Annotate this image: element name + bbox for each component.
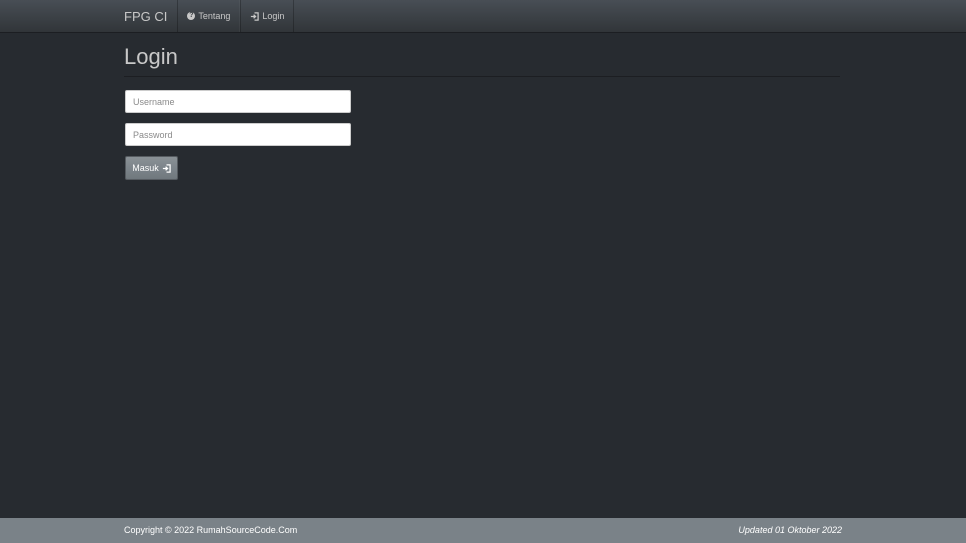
navbar-brand[interactable]: FPG CI (114, 0, 177, 32)
navbar-container: FPG CI ? Tentang Login (114, 0, 295, 32)
title-divider (124, 76, 840, 77)
masuk-button[interactable]: Masuk (125, 156, 178, 180)
nav-item-tentang[interactable]: ? Tentang (177, 0, 241, 32)
password-input[interactable] (125, 123, 351, 146)
masuk-button-label: Masuk (132, 163, 159, 173)
nav-item-label: Tentang (198, 11, 231, 21)
footer-updated: Updated 01 Oktober 2022 (738, 525, 842, 535)
footer-copyright: Copyright © 2022 RumahSourceCode.Com (124, 525, 298, 535)
top-navbar: FPG CI ? Tentang Login (0, 0, 966, 33)
nav-item-label: Login (262, 11, 285, 21)
sign-in-icon (162, 163, 171, 173)
username-input[interactable] (125, 90, 351, 113)
question-circle-icon: ? (187, 12, 196, 20)
sign-in-icon (251, 11, 260, 21)
footer: Copyright © 2022 RumahSourceCode.Com Upd… (0, 518, 966, 543)
page-title: Login (124, 44, 178, 69)
nav-item-login[interactable]: Login (240, 0, 295, 32)
